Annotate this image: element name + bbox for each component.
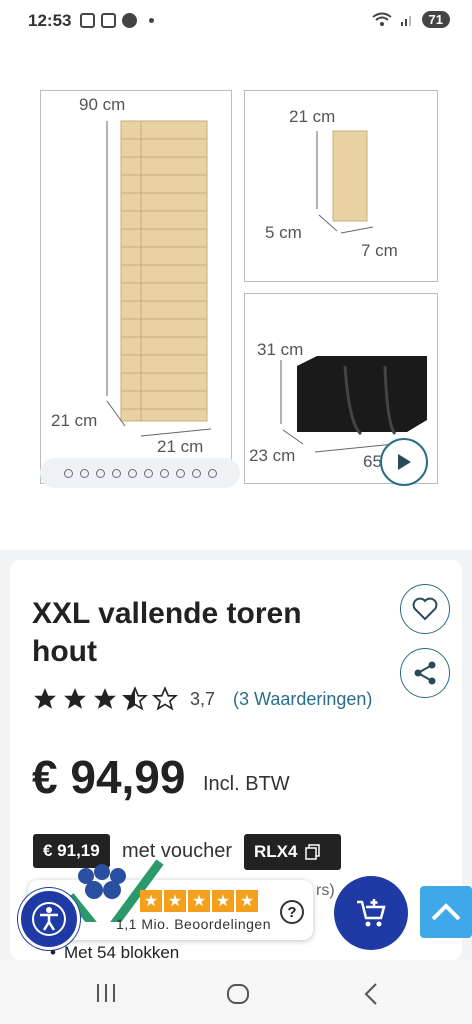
pagination-dot[interactable] bbox=[63, 468, 73, 478]
block-illustration bbox=[316, 130, 374, 234]
share-button[interactable] bbox=[400, 648, 450, 698]
android-navigation-bar bbox=[0, 960, 472, 1024]
pagination-dot[interactable] bbox=[175, 468, 185, 478]
bag-height-label: 31 cm bbox=[257, 340, 304, 359]
battery-indicator: 71 bbox=[421, 11, 450, 28]
image-block[interactable]: 21 cm 5 cm 7 cm bbox=[244, 90, 438, 282]
wishlist-button[interactable] bbox=[400, 584, 450, 634]
home-icon[interactable] bbox=[226, 982, 250, 1006]
share-icon bbox=[414, 661, 436, 685]
voucher-code: RLX4 bbox=[254, 842, 298, 861]
star-full-icon bbox=[64, 688, 86, 709]
review-star-icon: ★ bbox=[236, 890, 258, 912]
product-price: € 94,99 bbox=[32, 751, 186, 803]
screenshot-icon bbox=[80, 13, 95, 28]
notification-icons bbox=[80, 13, 154, 28]
wifi-icon bbox=[371, 12, 392, 26]
status-time: 12:53 bbox=[28, 11, 72, 30]
add-to-cart-button[interactable] bbox=[334, 876, 408, 950]
pagination-dot[interactable] bbox=[191, 468, 201, 478]
price-tax-note: Incl. BTW bbox=[203, 773, 290, 795]
app-notification-icon bbox=[101, 13, 116, 28]
more-dot-icon bbox=[149, 18, 154, 23]
review-count-text: 1,1 Mio. Beoordelingen bbox=[116, 916, 271, 932]
pagination-dot[interactable] bbox=[111, 468, 121, 478]
voucher-code-button[interactable]: RLX4 bbox=[244, 834, 341, 870]
copy-icon bbox=[305, 844, 321, 860]
pagination-dot[interactable] bbox=[143, 468, 153, 478]
signal-icon bbox=[400, 15, 411, 26]
accessibility-icon bbox=[32, 902, 66, 936]
chevron-up-icon bbox=[431, 903, 461, 921]
review-star-icon: ★ bbox=[140, 890, 162, 912]
gallery-pagination[interactable] bbox=[40, 458, 240, 488]
pagination-dot[interactable] bbox=[159, 468, 169, 478]
tower-height-label: 90 cm bbox=[79, 95, 126, 114]
play-video-button[interactable] bbox=[380, 438, 428, 486]
image-tower[interactable]: 90 cm 21 cm 21 cm bbox=[40, 90, 232, 484]
pagination-dot[interactable] bbox=[79, 468, 89, 478]
pagination-dot[interactable] bbox=[95, 468, 105, 478]
scroll-to-top-button[interactable] bbox=[420, 886, 472, 938]
rating-count-link[interactable]: (3 Waarderingen) bbox=[233, 689, 372, 710]
rating-value: 3,7 bbox=[190, 688, 216, 709]
back-icon[interactable] bbox=[362, 982, 380, 1006]
partially-hidden-text: rs) bbox=[316, 882, 335, 899]
block-height-label: 21 cm bbox=[289, 107, 336, 126]
recent-apps-icon[interactable] bbox=[94, 982, 118, 1004]
block-depth-label: 5 cm bbox=[265, 223, 302, 242]
accessibility-button[interactable] bbox=[18, 888, 80, 950]
pagination-dot[interactable] bbox=[127, 468, 137, 478]
star-empty-icon bbox=[152, 686, 178, 711]
review-star-icon: ★ bbox=[164, 890, 186, 912]
star-full-icon bbox=[34, 688, 56, 709]
block-width-label: 7 cm bbox=[361, 241, 398, 260]
review-help-icon[interactable]: ? bbox=[280, 900, 304, 924]
review-star-icon: ★ bbox=[188, 890, 210, 912]
product-title: XXL vallende toren hout bbox=[32, 597, 302, 668]
add-to-cart-icon bbox=[357, 899, 386, 927]
play-icon bbox=[398, 454, 411, 470]
bag-depth-label: 23 cm bbox=[249, 446, 296, 465]
review-star-icon: ★ bbox=[212, 890, 234, 912]
star-half-icon bbox=[122, 686, 148, 711]
heart-icon bbox=[412, 597, 438, 621]
review-stars: ★ ★ ★ ★ ★ bbox=[140, 890, 258, 912]
alert-icon bbox=[122, 13, 137, 28]
product-image-gallery[interactable]: 90 cm 21 cm 21 cm 21 cm 5 cm 7 cm 31 cm … bbox=[0, 40, 472, 550]
product-rating: 3,7 (3 Waarderingen) bbox=[32, 686, 372, 712]
status-bar: 12:53 71 bbox=[0, 0, 472, 40]
tower-width-label: 21 cm bbox=[157, 437, 204, 456]
star-full-icon bbox=[94, 688, 116, 709]
pagination-dot[interactable] bbox=[207, 468, 217, 478]
tower-depth-label: 21 cm bbox=[51, 411, 98, 430]
status-right: 71 bbox=[371, 11, 450, 28]
